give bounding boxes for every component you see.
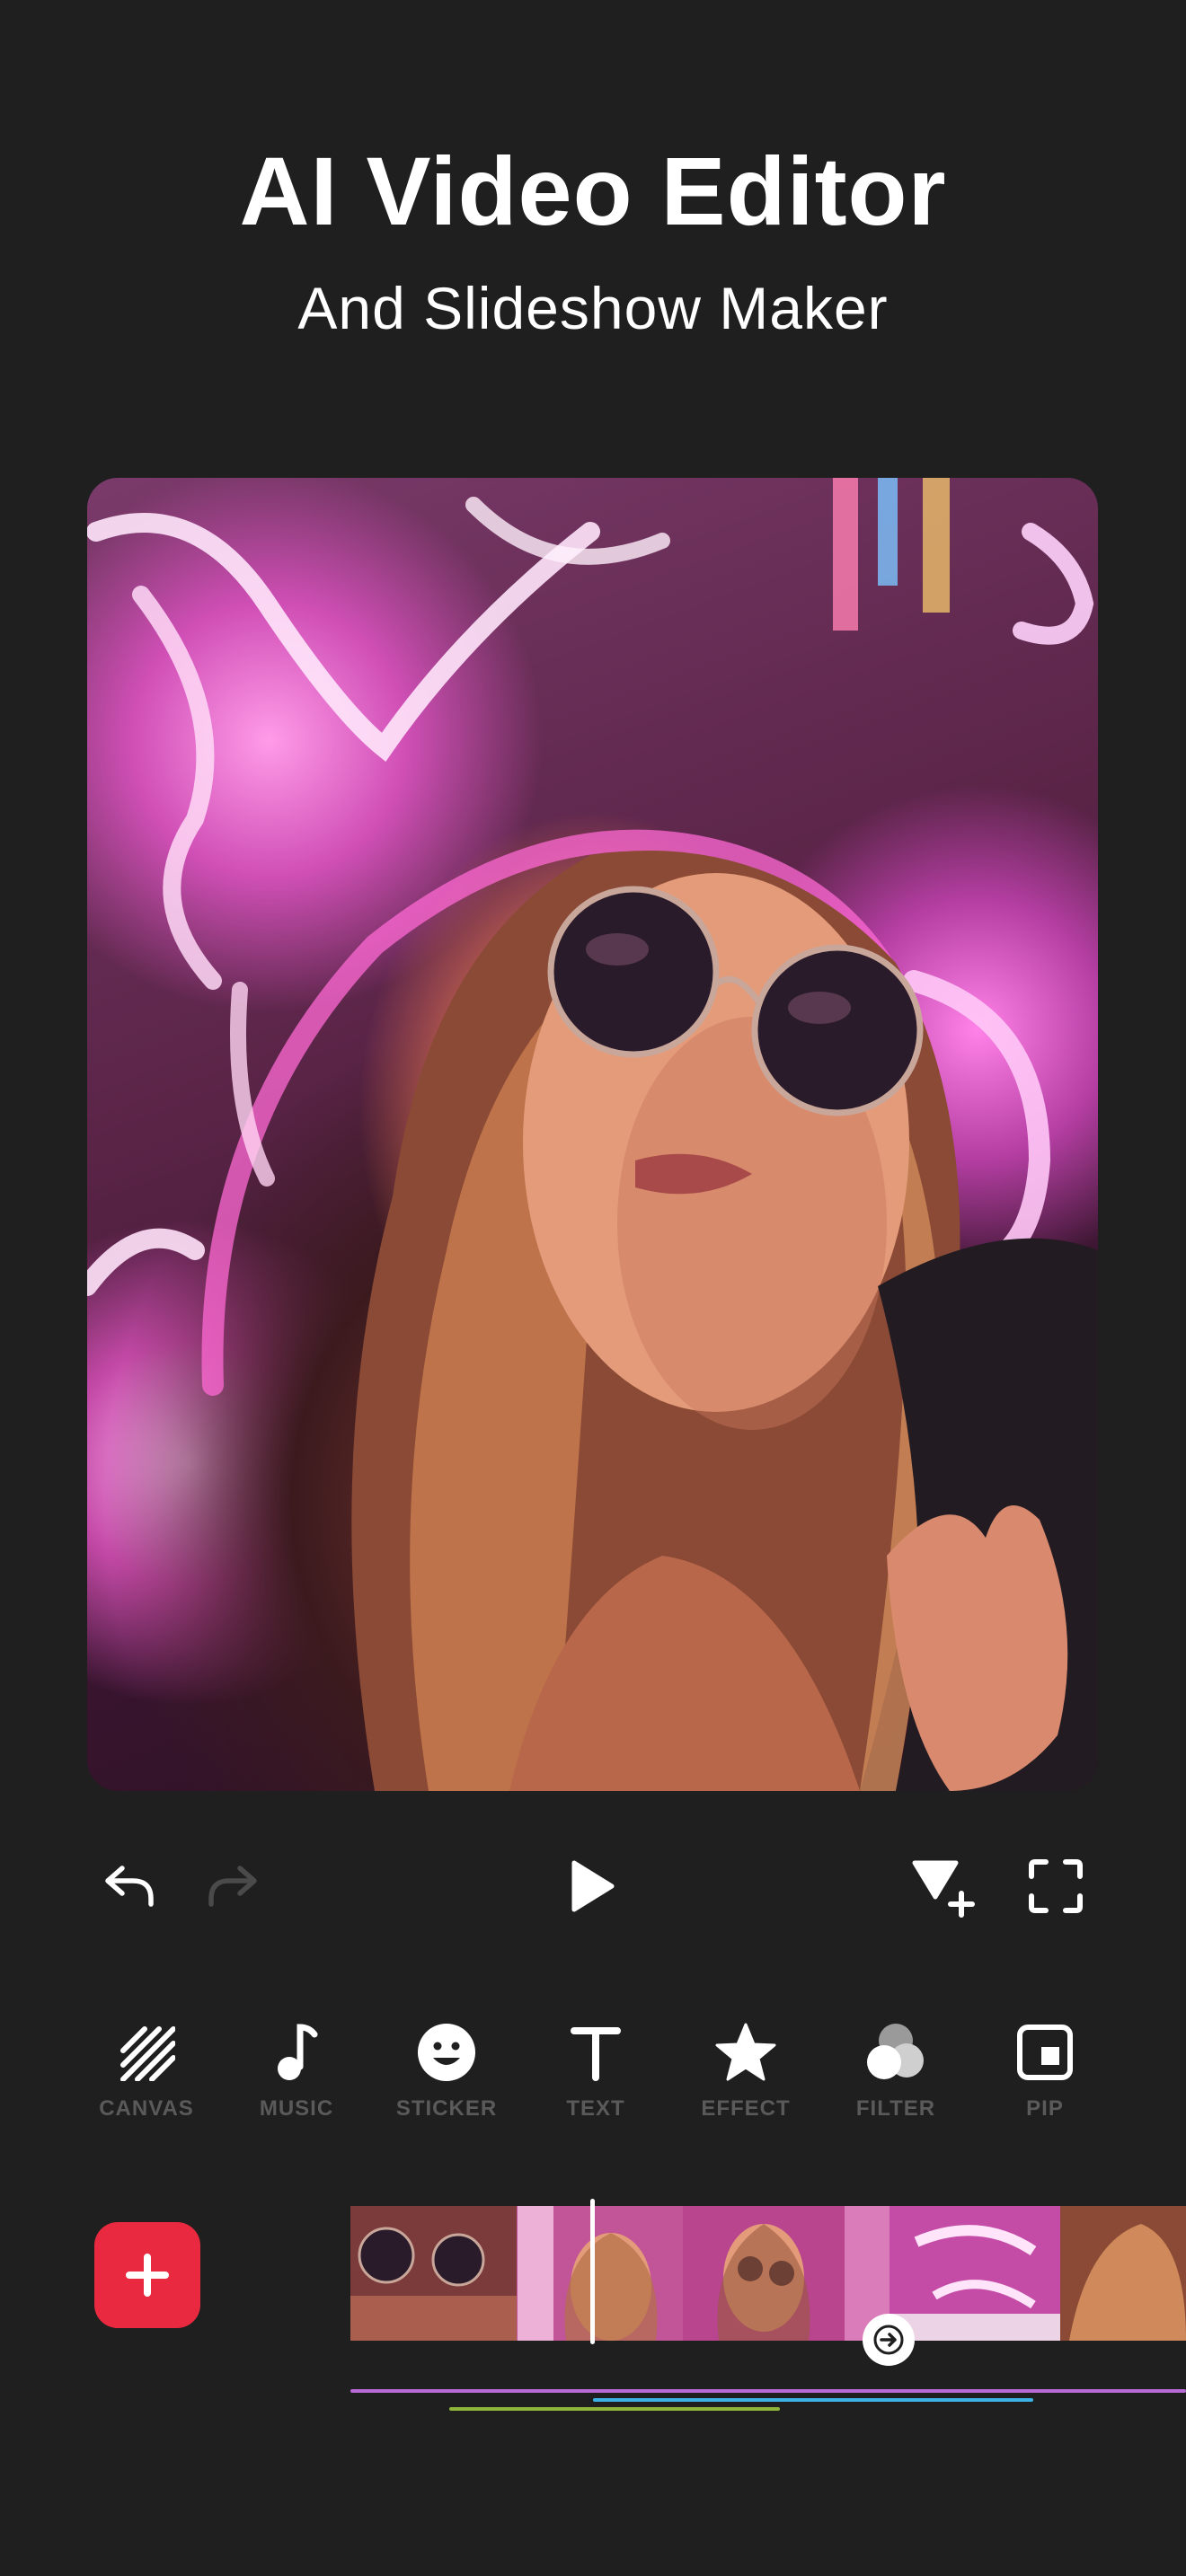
- redo-arrow-icon: [208, 1866, 257, 1907]
- timeline-playhead[interactable]: [590, 2199, 595, 2344]
- star-icon: [715, 2023, 776, 2081]
- fullscreen-icon: [1029, 1859, 1083, 1913]
- plus-icon: [126, 2254, 169, 2297]
- tool-canvas[interactable]: CANVAS: [70, 2012, 223, 2147]
- pip-icon: [1017, 2025, 1073, 2080]
- music-note-icon: [278, 2024, 318, 2080]
- play-button[interactable]: [555, 1850, 627, 1922]
- filter-circles-icon: [867, 2024, 924, 2079]
- tool-text-label: TEXT: [566, 2096, 625, 2121]
- timeline-thumbnails: [350, 2206, 1186, 2341]
- video-preview[interactable]: [87, 478, 1098, 1791]
- app-subtitle: And Slideshow Maker: [297, 275, 889, 341]
- tool-effect-label: EFFECT: [701, 2096, 791, 2121]
- undo-arrow-icon: [105, 1866, 154, 1907]
- tool-filter-label: FILTER: [855, 2096, 936, 2121]
- playback-controls: [0, 1850, 1186, 1922]
- redo-button[interactable]: [196, 1850, 268, 1922]
- fullscreen-button[interactable]: [1020, 1850, 1092, 1922]
- preview-image: [87, 478, 1098, 1791]
- canvas-icon: [120, 2026, 175, 2081]
- tool-bar: CANVAS MUSIC STICKER TEXT EFFECT FILTER …: [54, 2012, 1132, 2147]
- arrow-right-icon: [873, 2325, 904, 2355]
- text-track-line[interactable]: [593, 2398, 1033, 2402]
- tool-filter[interactable]: FILTER: [819, 2012, 972, 2147]
- tool-pip[interactable]: PIP: [969, 2012, 1121, 2147]
- play-icon: [571, 1860, 615, 1912]
- tool-effect[interactable]: EFFECT: [669, 2012, 822, 2147]
- keyframe-button[interactable]: [907, 1850, 979, 1922]
- app-title: AI Video Editor: [239, 137, 947, 245]
- tool-pip-label: PIP: [1026, 2096, 1064, 2121]
- tool-text[interactable]: TEXT: [519, 2012, 672, 2147]
- timeline-strip[interactable]: [350, 2206, 1186, 2341]
- transition-button[interactable]: [863, 2314, 915, 2366]
- smiley-icon: [418, 2024, 475, 2081]
- tool-sticker-label: STICKER: [395, 2096, 498, 2121]
- music-track-line[interactable]: [350, 2389, 1186, 2393]
- keyframe-add-icon: [912, 1860, 975, 1918]
- tool-sticker[interactable]: STICKER: [370, 2012, 523, 2147]
- tool-music[interactable]: MUSIC: [220, 2012, 373, 2147]
- add-media-button[interactable]: [94, 2222, 200, 2328]
- tool-music-label: MUSIC: [259, 2096, 334, 2121]
- tool-canvas-label: CANVAS: [99, 2096, 194, 2121]
- effect-track-line[interactable]: [449, 2407, 780, 2411]
- undo-button[interactable]: [94, 1850, 166, 1922]
- text-t-icon: [571, 2027, 621, 2081]
